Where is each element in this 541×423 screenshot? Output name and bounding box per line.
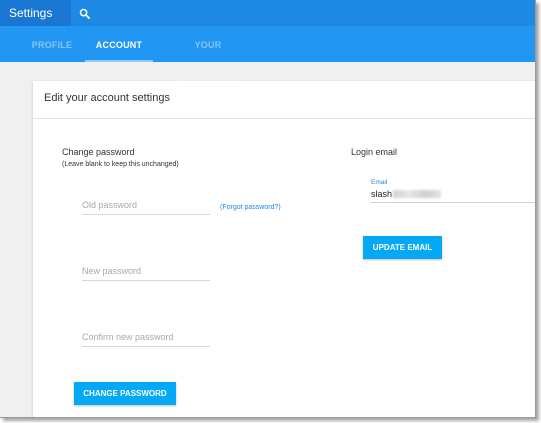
search-icon <box>79 8 90 19</box>
old-password-field[interactable]: Old password <box>82 197 210 215</box>
app-title: Settings <box>0 0 71 26</box>
new-password-field[interactable]: New password <box>82 263 210 281</box>
email-field[interactable]: slash <box>371 189 442 199</box>
forgot-password-link[interactable]: (Forgot password?) <box>220 204 281 211</box>
tab-profile[interactable]: PROFILE <box>22 26 82 62</box>
top-app-bar: Settings <box>0 0 535 26</box>
email-field-label: Email <box>371 179 388 186</box>
card-divider <box>33 118 535 119</box>
confirm-password-field[interactable]: Confirm new password <box>82 329 210 347</box>
search-button[interactable] <box>71 0 97 26</box>
account-settings-card: Edit your account settings Change passwo… <box>33 81 535 417</box>
update-email-button[interactable]: UPDATE EMAIL <box>363 236 442 259</box>
tab-account[interactable]: ACCOUNT <box>85 26 153 62</box>
change-password-heading: Change password <box>62 147 135 157</box>
change-password-button[interactable]: CHANGE PASSWORD <box>74 382 176 405</box>
settings-window: Settings PROFILE ACCOUNT YOUR PREFERENCE… <box>0 0 536 418</box>
redacted-email-blur <box>393 190 442 198</box>
email-field-underline <box>371 202 535 203</box>
email-value: slash <box>371 189 393 199</box>
login-email-heading: Login email <box>351 147 398 157</box>
password-hint: (Leave blank to keep this unchanged) <box>62 161 179 168</box>
card-title: Edit your account settings <box>44 92 170 104</box>
tab-your-preferences[interactable]: YOUR PREFERENCES <box>159 26 257 88</box>
tabs-bar: PROFILE ACCOUNT YOUR PREFERENCES <box>0 26 535 88</box>
